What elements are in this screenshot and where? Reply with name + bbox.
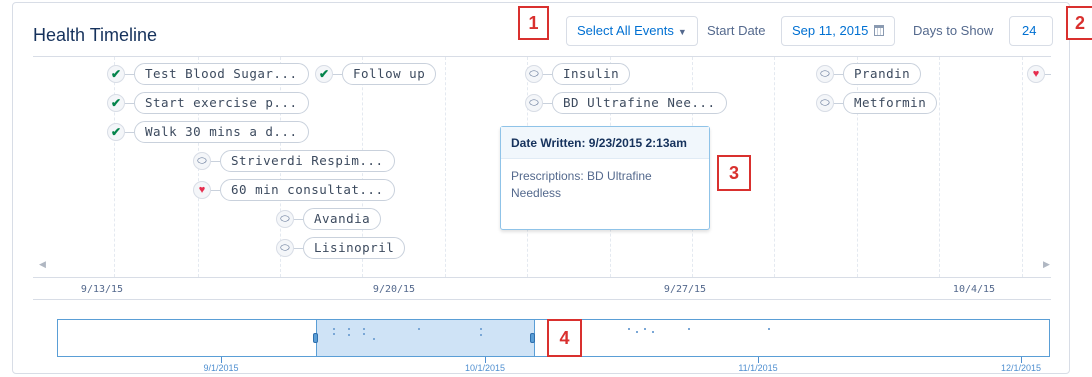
event-marker	[333, 333, 335, 335]
check-icon: ✔	[315, 65, 333, 83]
event-label: BD Ultrafine Nee...	[552, 92, 727, 114]
axis-tick-label: 9/20/15	[372, 284, 416, 295]
pill-icon: ⬭	[816, 65, 834, 83]
timeline-event[interactable]: ⬭ Lisinopril	[276, 237, 406, 259]
caret-down-icon: ▼	[677, 27, 687, 37]
axis-tick-label: 9/13/15	[80, 284, 124, 295]
event-marker	[418, 328, 420, 330]
callout-1: 1	[518, 6, 549, 40]
navigator-left-handle[interactable]	[313, 333, 318, 343]
tooltip-heading: Date Written: 9/23/2015 2:13am	[501, 127, 709, 159]
event-marker	[768, 328, 770, 330]
pill-icon: ⬭	[276, 239, 294, 257]
select-all-events-button[interactable]: Select All Events ▼	[566, 16, 698, 46]
navigator-tick-label: 12/1/2015	[1000, 363, 1042, 373]
days-to-show-input[interactable]: 24	[1009, 16, 1053, 46]
days-to-show-label: Days to Show	[913, 23, 994, 38]
event-label: Striverdi Respim...	[220, 150, 395, 172]
timeline-event[interactable]: ✔ Walk 30 mins a d...	[107, 121, 309, 143]
start-date-field[interactable]: Sep 11, 2015	[781, 16, 896, 46]
gridline	[445, 57, 446, 277]
gridline	[114, 57, 115, 277]
pill-icon: ⬭	[193, 152, 211, 170]
gridline	[857, 57, 858, 277]
calendar-icon[interactable]	[874, 25, 885, 36]
page-title: Health Timeline	[33, 25, 158, 45]
event-label: Walk 30 mins a d...	[134, 121, 309, 143]
pill-icon: ⬭	[276, 210, 294, 228]
axis-tick-label: 10/4/15	[952, 284, 996, 295]
timeline-event[interactable]: ♥	[1027, 63, 1051, 85]
heart-icon: ♥	[1027, 65, 1045, 83]
event-label: Start exercise p...	[134, 92, 309, 114]
event-marker	[652, 331, 654, 333]
event-label: Metformin	[843, 92, 938, 114]
event-label: Lisinopril	[303, 237, 406, 259]
event-marker	[373, 338, 375, 340]
check-icon: ✔	[107, 94, 125, 112]
event-tooltip: Date Written: 9/23/2015 2:13am Prescript…	[500, 126, 710, 230]
navigator-tick-label: 11/1/2015	[738, 363, 778, 373]
event-marker	[348, 334, 350, 336]
navigator-selection[interactable]	[316, 320, 535, 356]
check-icon: ✔	[107, 123, 125, 141]
timeline-event[interactable]: ⬭ Metformin	[816, 92, 938, 114]
timeline-event[interactable]: ♥ 60 min consultat...	[193, 179, 395, 201]
check-icon: ✔	[107, 65, 125, 83]
timeline-event[interactable]: ✔ Start exercise p...	[107, 92, 309, 114]
event-marker	[644, 328, 646, 330]
event-marker	[363, 333, 365, 335]
axis-tick-label: 9/27/15	[663, 284, 707, 295]
scroll-right-icon[interactable]: ▶	[1043, 259, 1050, 270]
callout-2: 2	[1066, 6, 1092, 40]
days-to-show-value: 24	[1022, 23, 1037, 38]
event-label: Avandia	[303, 208, 382, 230]
event-marker	[688, 328, 690, 330]
health-timeline-panel: Health Timeline Select All Events ▼ Start…	[12, 2, 1070, 374]
timeline-event[interactable]: ✔ Test Blood Sugar...	[107, 63, 309, 85]
gridline	[939, 57, 940, 277]
event-marker	[333, 328, 335, 330]
select-all-events-label: Select All Events	[577, 23, 674, 38]
event-marker	[480, 334, 482, 336]
gridline	[774, 57, 775, 277]
date-axis: 9/13/15 9/20/15 9/27/15 10/4/15	[33, 277, 1051, 300]
start-date-label: Start Date	[707, 23, 766, 38]
navigator-tick-label: 10/1/2015	[464, 363, 506, 373]
event-label: Prandin	[843, 63, 922, 85]
pill-icon: ⬭	[525, 65, 543, 83]
event-marker	[636, 331, 638, 333]
event-marker	[480, 328, 482, 330]
event-label: Test Blood Sugar...	[134, 63, 309, 85]
heart-icon: ♥	[193, 181, 211, 199]
callout-4: 4	[547, 319, 582, 357]
pill-icon: ⬭	[525, 94, 543, 112]
timeline-area[interactable]: ✔ Test Blood Sugar... ✔ Follow up ✔ Star…	[33, 56, 1051, 278]
start-date-value: Sep 11, 2015	[792, 23, 869, 38]
timeline-event[interactable]: ⬭ BD Ultrafine Nee...	[525, 92, 727, 114]
timeline-event[interactable]: ⬭ Striverdi Respim...	[193, 150, 395, 172]
event-label: 60 min consultat...	[220, 179, 395, 201]
event-label: Insulin	[552, 63, 631, 85]
timeline-event[interactable]: ⬭ Insulin	[525, 63, 631, 85]
timeline-event[interactable]: ⬭ Prandin	[816, 63, 922, 85]
event-marker	[628, 328, 630, 330]
navigator-right-handle[interactable]	[530, 333, 535, 343]
callout-3: 3	[717, 155, 751, 191]
timeline-event[interactable]: ✔ Follow up	[315, 63, 437, 85]
scroll-left-icon[interactable]: ◀	[39, 259, 46, 270]
gridline	[1022, 57, 1023, 277]
tooltip-body: Prescriptions: BD Ultrafine Needless	[511, 169, 652, 200]
timeline-event[interactable]: ⬭ Avandia	[276, 208, 382, 230]
navigator-tick-label: 9/1/2015	[203, 363, 239, 373]
pill-icon: ⬭	[816, 94, 834, 112]
event-marker	[363, 328, 365, 330]
event-label: Follow up	[342, 63, 437, 85]
event-marker	[348, 328, 350, 330]
